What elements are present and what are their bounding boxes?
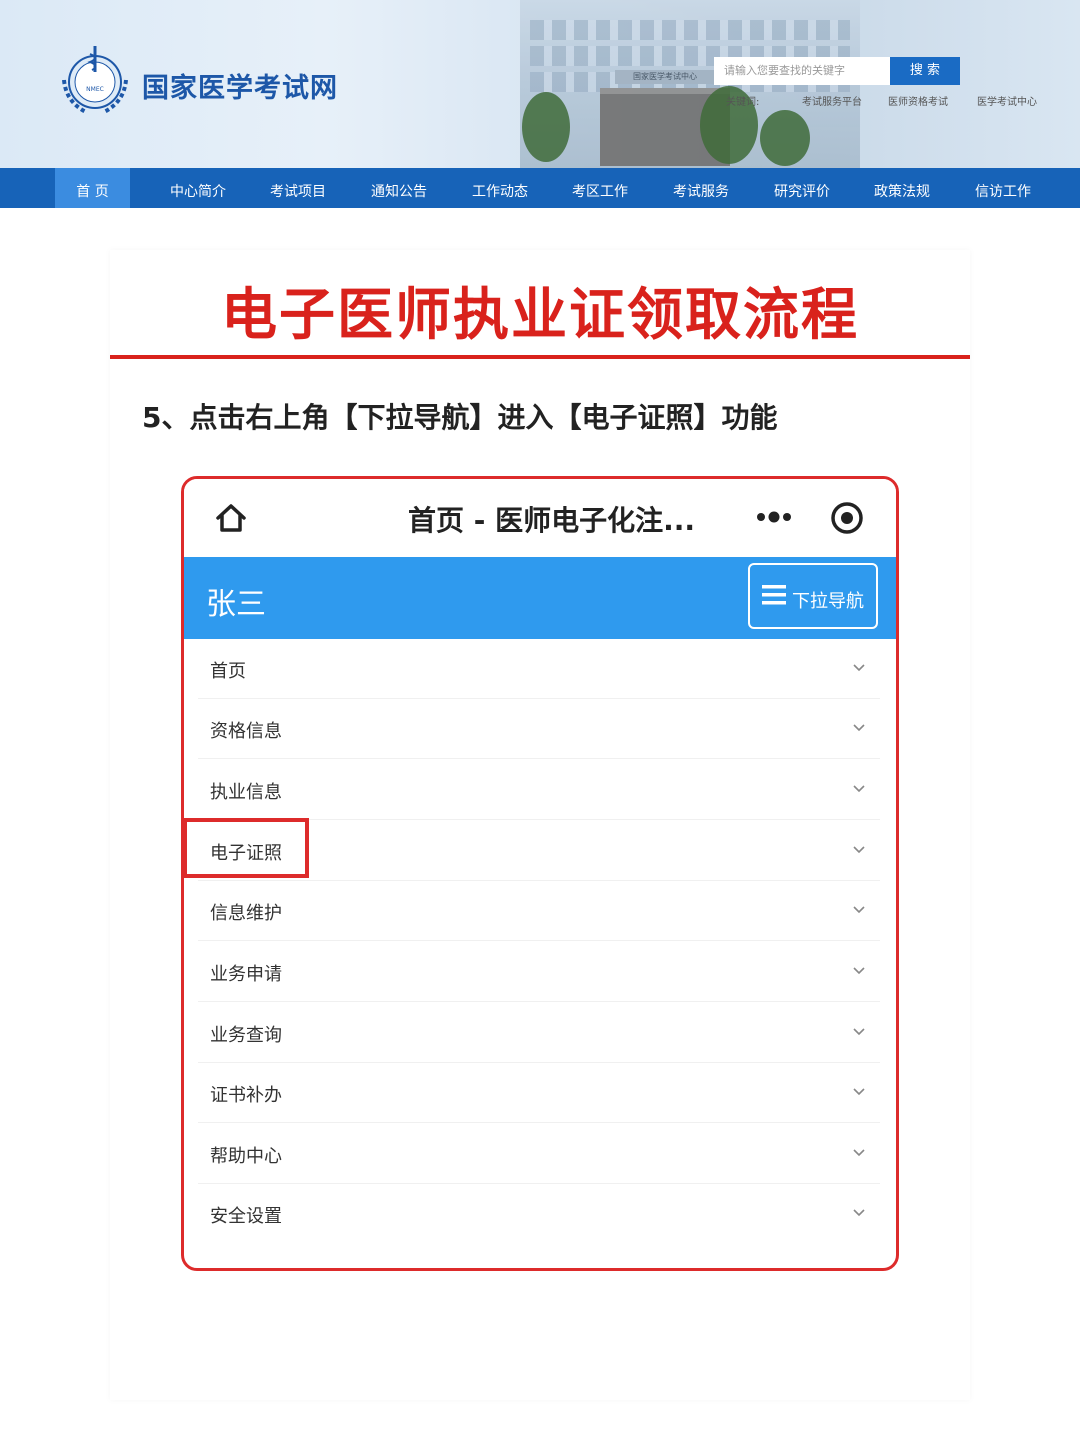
site-header: 国家医学考试中心 NMEC 国家医学考试网 请输入您要查找的关键字 搜 索 关键… bbox=[0, 0, 1080, 168]
search-button[interactable]: 搜 索 bbox=[890, 57, 960, 85]
dropdown-nav-button[interactable]: 下拉导航 bbox=[748, 563, 878, 629]
menu-item-label: 执业信息 bbox=[210, 782, 282, 803]
chevron-down-icon bbox=[853, 664, 865, 672]
step-instruction: 5、点击右上角【下拉导航】进入【电子证照】功能 bbox=[142, 401, 778, 434]
menu-item-label: 证书补办 bbox=[210, 1085, 282, 1106]
phone-title-bar: 首页 - 医师电子化注... bbox=[184, 479, 896, 557]
menu-item-practice[interactable]: 执业信息 bbox=[198, 760, 880, 820]
nmec-emblem-icon[interactable]: NMEC bbox=[56, 40, 134, 118]
menu-item-label: 安全设置 bbox=[210, 1206, 282, 1227]
menu-item-label: 首页 bbox=[210, 661, 246, 682]
nav-exam-items[interactable]: 考试项目 bbox=[258, 168, 338, 208]
nav-research[interactable]: 研究评价 bbox=[762, 168, 842, 208]
menu-item-label: 帮助中心 bbox=[210, 1146, 282, 1167]
document-title: 电子医师执业证领取流程 bbox=[221, 283, 859, 348]
menu-item-info-maintenance[interactable]: 信息维护 bbox=[198, 881, 880, 941]
site-logo-text[interactable]: 国家医学考试网 bbox=[142, 66, 338, 105]
e-certificate-highlight bbox=[183, 818, 309, 878]
chevron-down-icon bbox=[853, 967, 865, 975]
search-input[interactable]: 请输入您要查找的关键字 bbox=[714, 57, 890, 85]
menu-item-label: 业务查询 bbox=[210, 1025, 282, 1046]
keyword-link[interactable]: 考试服务平台 bbox=[802, 93, 862, 108]
nav-policy[interactable]: 政策法规 bbox=[862, 168, 942, 208]
chevron-down-icon bbox=[853, 785, 865, 793]
keyword-link[interactable]: 医学考试中心 bbox=[977, 93, 1037, 108]
menu-item-label: 业务申请 bbox=[210, 964, 282, 985]
menu-item-label: 信息维护 bbox=[210, 903, 282, 924]
target-icon[interactable] bbox=[830, 501, 864, 535]
building-sign: 国家医学考试中心 bbox=[615, 70, 715, 84]
svg-text:NMEC: NMEC bbox=[86, 86, 104, 93]
menu-item-help-center[interactable]: 帮助中心 bbox=[198, 1124, 880, 1184]
home-icon[interactable] bbox=[214, 501, 248, 535]
chevron-down-icon bbox=[853, 724, 865, 732]
user-name: 张三 bbox=[206, 587, 266, 622]
more-dots-icon[interactable] bbox=[756, 509, 792, 525]
phone-page-title: 首页 - 医师电子化注... bbox=[408, 504, 696, 537]
dropdown-nav-label: 下拉导航 bbox=[792, 591, 864, 612]
nav-center-intro[interactable]: 中心简介 bbox=[158, 168, 238, 208]
menu-item-business-query[interactable]: 业务查询 bbox=[198, 1003, 880, 1063]
chevron-down-icon bbox=[853, 906, 865, 914]
nav-petition[interactable]: 信访工作 bbox=[963, 168, 1043, 208]
menu-item-label: 资格信息 bbox=[210, 721, 282, 742]
nav-home[interactable]: 首 页 bbox=[55, 168, 130, 208]
main-navbar: 首 页 中心简介 考试项目 通知公告 工作动态 考区工作 考试服务 研究评价 政… bbox=[0, 168, 1080, 208]
chevron-down-icon bbox=[853, 1209, 865, 1217]
menu-item-qualification[interactable]: 资格信息 bbox=[198, 699, 880, 759]
chevron-down-icon bbox=[853, 846, 865, 854]
chevron-down-icon bbox=[853, 1149, 865, 1157]
title-divider bbox=[110, 355, 970, 359]
nav-notices[interactable]: 通知公告 bbox=[359, 168, 439, 208]
chevron-down-icon bbox=[853, 1088, 865, 1096]
keywords-label: 关键词: bbox=[726, 97, 760, 108]
chevron-down-icon bbox=[853, 1028, 865, 1036]
keyword-link[interactable]: 医师资格考试 bbox=[888, 93, 948, 108]
menu-item-certificate-reissue[interactable]: 证书补办 bbox=[198, 1063, 880, 1123]
menu-item-security-settings[interactable]: 安全设置 bbox=[198, 1184, 880, 1244]
nav-exam-service[interactable]: 考试服务 bbox=[661, 168, 741, 208]
menu-bars-icon bbox=[762, 585, 786, 605]
user-bar: 张三 下拉导航 bbox=[184, 557, 896, 639]
menu-item-business-apply[interactable]: 业务申请 bbox=[198, 942, 880, 1002]
menu-item-home[interactable]: 首页 bbox=[198, 639, 880, 699]
nav-exam-region[interactable]: 考区工作 bbox=[560, 168, 640, 208]
nav-work-news[interactable]: 工作动态 bbox=[460, 168, 540, 208]
